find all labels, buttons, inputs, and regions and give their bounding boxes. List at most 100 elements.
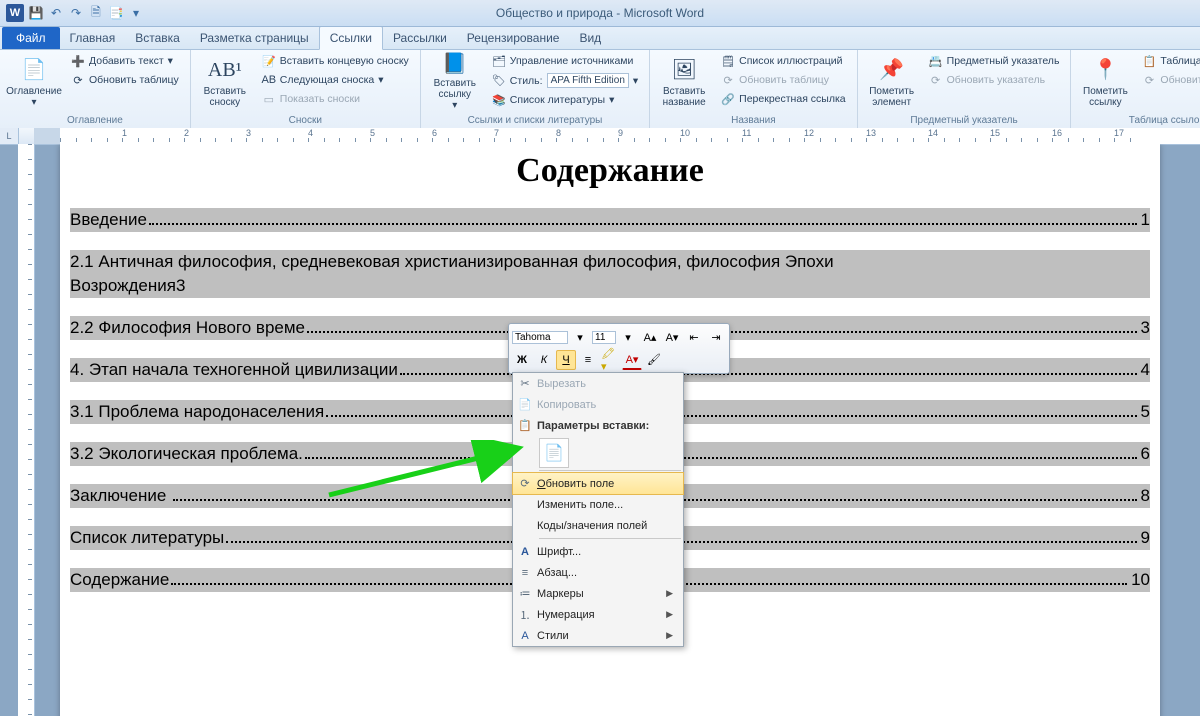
tab-selector[interactable]: L bbox=[0, 128, 19, 144]
tab-insert[interactable]: Вставка bbox=[125, 27, 190, 49]
undo-icon[interactable]: ↶ bbox=[48, 5, 64, 21]
highlight-icon[interactable]: 🖍▾ bbox=[600, 350, 620, 370]
tab-page-layout[interactable]: Разметка страницы bbox=[190, 27, 319, 49]
ctx-cut[interactable]: ✂Вырезать bbox=[513, 373, 683, 394]
manage-sources-button[interactable]: 🗂Управление источниками bbox=[487, 52, 643, 70]
ctx-paste-options-header: 📋Параметры вставки: bbox=[513, 415, 683, 436]
insert-citation-button[interactable]: 📘Вставить ссылку▾ bbox=[427, 52, 483, 112]
group-captions: 🖼Вставить название 🗒Список иллюстраций ⟳… bbox=[650, 50, 857, 128]
ctx-styles[interactable]: AСтили▶ bbox=[513, 625, 683, 646]
mini-size-select[interactable]: 11 bbox=[592, 331, 616, 344]
paste-icon: 📄 bbox=[544, 443, 564, 463]
chevron-down-icon[interactable]: ▾ bbox=[570, 327, 590, 347]
format-painter-icon[interactable]: 🖌 bbox=[644, 350, 664, 370]
word-app-icon: W bbox=[6, 4, 24, 22]
workspace: Содержание Введение12.1 Античная философ… bbox=[0, 144, 1200, 716]
update-figures-button[interactable]: ⟳Обновить таблицу bbox=[716, 71, 850, 89]
mark-index-entry-button[interactable]: 📌Пометить элемент bbox=[864, 52, 920, 112]
update-toc-button[interactable]: ⟳Обновить таблицу bbox=[66, 71, 184, 89]
increase-indent-icon[interactable]: ⇥ bbox=[706, 327, 726, 347]
ctx-copy[interactable]: 📄Копировать bbox=[513, 394, 683, 415]
mark-citation-button[interactable]: 📍Пометить ссылку bbox=[1077, 52, 1133, 112]
mark-entry-icon: 📌 bbox=[878, 56, 906, 84]
scissors-icon: ✂ bbox=[513, 377, 537, 390]
chevron-right-icon: ▶ bbox=[666, 609, 677, 620]
italic-icon[interactable]: К bbox=[534, 350, 554, 370]
group-label-captions: Названия bbox=[656, 115, 850, 128]
toc-entry[interactable]: Введение1 bbox=[70, 208, 1150, 232]
save-icon[interactable]: 💾 bbox=[28, 5, 44, 21]
ctx-numbering[interactable]: ⒈Нумерация▶ bbox=[513, 604, 683, 625]
align-center-icon[interactable]: ≡ bbox=[578, 350, 598, 370]
ctx-toggle-field-codes[interactable]: Коды/значения полей bbox=[513, 515, 683, 536]
copy-icon: 📄 bbox=[513, 398, 537, 411]
group-toc: 📄Оглавление▾ ➕Добавить текст ▾ ⟳Обновить… bbox=[0, 50, 191, 128]
qat-icon-1[interactable]: 🗎 bbox=[88, 5, 104, 21]
citation-icon: 📘 bbox=[441, 53, 469, 76]
ctx-paste-option[interactable]: 📄 bbox=[539, 438, 569, 468]
caption-icon: 🖼 bbox=[670, 56, 698, 84]
group-label-index: Предметный указатель bbox=[864, 115, 1065, 128]
tab-view[interactable]: Вид bbox=[569, 27, 611, 49]
index-icon: 📇 bbox=[929, 54, 943, 68]
ctx-bullets[interactable]: ≔Маркеры▶ bbox=[513, 583, 683, 604]
font-color-icon[interactable]: A▾ bbox=[622, 349, 642, 370]
insert-index-button[interactable]: 📇Предметный указатель bbox=[924, 52, 1065, 70]
qat-dropdown-icon[interactable]: ▾ bbox=[128, 5, 144, 21]
menu-separator bbox=[539, 470, 681, 471]
underline-icon[interactable]: Ч bbox=[556, 350, 576, 370]
add-text-button[interactable]: ➕Добавить текст ▾ bbox=[66, 52, 184, 70]
ribbon: 📄Оглавление▾ ➕Добавить текст ▾ ⟳Обновить… bbox=[0, 50, 1200, 129]
ruler-bar: L 1234567891011121314151617 bbox=[0, 128, 1200, 145]
bibliography-button[interactable]: 📚Список литературы ▾ bbox=[487, 91, 643, 109]
cross-reference-button[interactable]: 🔗Перекрестная ссылка bbox=[716, 90, 850, 108]
title-bar: W 💾 ↶ ↷ 🗎 📑 ▾ Общество и природа - Micro… bbox=[0, 0, 1200, 27]
bold-icon[interactable]: Ж bbox=[512, 350, 532, 370]
ctx-paragraph[interactable]: ≡Абзац... bbox=[513, 562, 683, 583]
ctx-update-field[interactable]: ⟳Обновить поле bbox=[512, 472, 684, 495]
citation-style-select[interactable]: 🏷Стиль: APA Fifth Edition ▾ bbox=[487, 71, 643, 90]
chevron-right-icon: ▶ bbox=[666, 630, 677, 641]
chevron-down-icon[interactable]: ▾ bbox=[618, 327, 638, 347]
horizontal-ruler[interactable]: 1234567891011121314151617 bbox=[34, 128, 1200, 144]
update-index-button[interactable]: ⟳Обновить указатель bbox=[924, 71, 1065, 89]
bullets-icon: ≔ bbox=[513, 587, 537, 600]
toa-icon: 📋 bbox=[1142, 54, 1156, 68]
insert-toa-button[interactable]: 📋Таблица ссылок bbox=[1137, 52, 1200, 70]
manage-sources-icon: 🗂 bbox=[492, 54, 506, 68]
next-footnote-button[interactable]: ABСледующая сноска ▾ bbox=[257, 71, 414, 89]
context-menu: ✂Вырезать 📄Копировать 📋Параметры вставки… bbox=[512, 372, 684, 647]
styles-icon: A bbox=[513, 630, 537, 642]
tab-review[interactable]: Рецензирование bbox=[457, 27, 570, 49]
ctx-font[interactable]: AШрифт... bbox=[513, 541, 683, 562]
tab-file[interactable]: Файл bbox=[2, 27, 60, 49]
shrink-font-icon[interactable]: A▾ bbox=[662, 327, 682, 347]
redo-icon[interactable]: ↷ bbox=[68, 5, 84, 21]
mini-font-select[interactable]: Tahoma bbox=[512, 331, 568, 344]
footnote-icon: AB¹ bbox=[211, 56, 239, 84]
insert-caption-button[interactable]: 🖼Вставить название bbox=[656, 52, 712, 112]
menu-separator bbox=[539, 538, 681, 539]
qat-icon-2[interactable]: 📑 bbox=[108, 5, 124, 21]
show-footnotes-button[interactable]: ▭Показать сноски bbox=[257, 90, 414, 108]
ctx-edit-field[interactable]: Изменить поле... bbox=[513, 494, 683, 515]
group-label-footnotes: Сноски bbox=[197, 115, 414, 128]
decrease-indent-icon[interactable]: ⇤ bbox=[684, 327, 704, 347]
tab-mailings[interactable]: Рассылки bbox=[383, 27, 457, 49]
group-label-citations: Ссылки и списки литературы bbox=[427, 115, 643, 128]
grow-font-icon[interactable]: A▴ bbox=[640, 327, 660, 347]
refresh-icon: ⟳ bbox=[721, 73, 735, 87]
update-toa-button[interactable]: ⟳Обновить таблицу bbox=[1137, 71, 1200, 89]
ribbon-tabs: Файл Главная Вставка Разметка страницы С… bbox=[0, 27, 1200, 50]
vertical-ruler[interactable] bbox=[18, 144, 35, 716]
toc-entry[interactable]: 2.1 Античная философия, средневековая хр… bbox=[70, 250, 1150, 298]
show-notes-icon: ▭ bbox=[262, 92, 276, 106]
bibliography-icon: 📚 bbox=[492, 93, 506, 107]
insert-endnote-button[interactable]: 📝Вставить концевую сноску bbox=[257, 52, 414, 70]
toc-button[interactable]: 📄Оглавление▾ bbox=[6, 52, 62, 112]
tab-home[interactable]: Главная bbox=[60, 27, 126, 49]
table-of-figures-button[interactable]: 🗒Список иллюстраций bbox=[716, 52, 850, 70]
plus-icon: ➕ bbox=[71, 54, 85, 68]
tab-references[interactable]: Ссылки bbox=[319, 26, 383, 50]
insert-footnote-button[interactable]: AB¹Вставить сноску bbox=[197, 52, 253, 112]
